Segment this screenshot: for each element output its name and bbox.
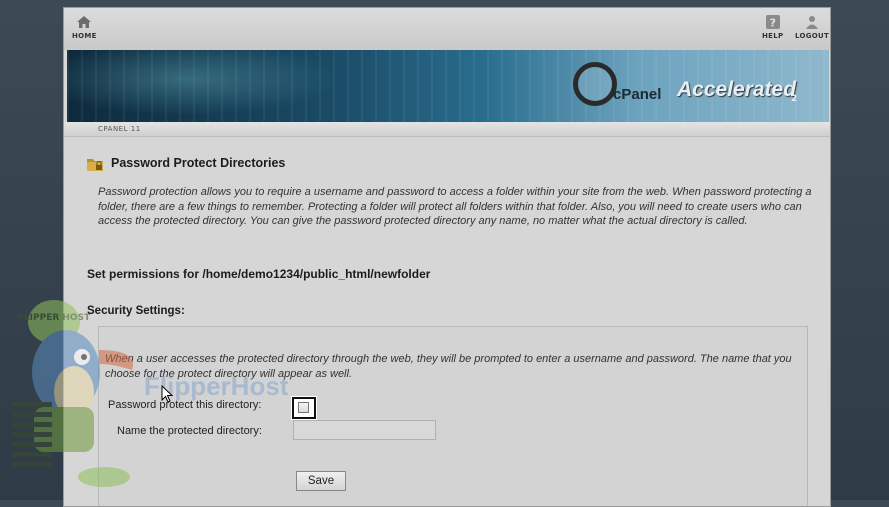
page-title: Password Protect Directories	[111, 156, 286, 170]
intro-text: Password protection allows you to requir…	[98, 186, 812, 227]
svg-text:?: ?	[769, 17, 776, 30]
protect-directory-checkbox[interactable]	[298, 402, 309, 413]
logout-nav[interactable]: LOGOUT	[795, 14, 829, 40]
help-icon: ?	[765, 15, 780, 30]
cpanel-window: HOME ? HELP LOGOUT cPanel Accelerated 2	[63, 7, 831, 507]
logo-version: 2	[791, 94, 798, 104]
main-content: Password Protect Directories Password pr…	[64, 137, 830, 506]
save-button[interactable]: Save	[296, 471, 346, 491]
security-description: When a user accesses the protected direc…	[105, 353, 792, 380]
help-nav[interactable]: ? HELP	[762, 14, 783, 40]
breadcrumb-bar: CPANEL 11	[64, 122, 830, 137]
directory-name-label: Name the protected directory:	[117, 425, 262, 437]
logout-label: LOGOUT	[795, 32, 830, 40]
home-label: HOME	[72, 32, 97, 40]
permissions-heading: Set permissions for /home/demo1234/publi…	[87, 267, 431, 281]
security-settings-panel: When a user accesses the protected direc…	[98, 326, 808, 506]
directory-name-input[interactable]	[293, 420, 436, 440]
logout-icon	[806, 16, 819, 29]
home-nav[interactable]: HOME	[72, 14, 97, 40]
logo-cpanel-text: cPanel	[613, 86, 662, 103]
home-icon	[77, 16, 92, 28]
cpanel-logo: cPanel Accelerated 2	[567, 58, 829, 118]
breadcrumb[interactable]: CPANEL 11	[98, 125, 141, 133]
logo-accelerated-text: Accelerated	[677, 78, 797, 101]
protect-checkbox-highlight	[292, 397, 316, 419]
security-settings-heading: Security Settings:	[87, 305, 185, 317]
cpanel-banner: cPanel Accelerated 2	[67, 50, 829, 122]
banner-glow	[67, 50, 367, 122]
cpanel-logo-mark	[573, 62, 617, 106]
help-label: HELP	[762, 32, 784, 40]
folder-lock-icon	[87, 159, 103, 171]
protect-directory-label: Password protect this directory:	[108, 399, 262, 411]
top-navigation-bar: HOME ? HELP LOGOUT	[64, 8, 830, 50]
